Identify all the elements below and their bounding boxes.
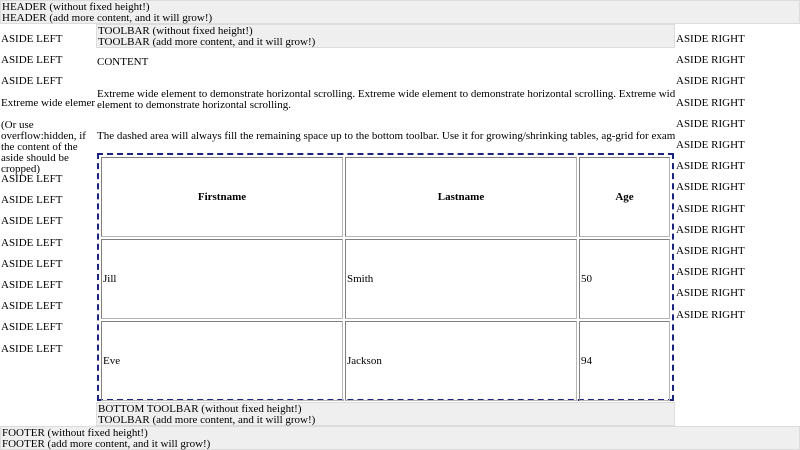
aside-right-item: ASIDE RIGHT <box>676 54 745 66</box>
table-row: Jill Smith 50 <box>101 239 670 319</box>
aside-right-item: ASIDE RIGHT <box>676 181 745 193</box>
aside-right-item: ASIDE RIGHT <box>676 139 745 151</box>
wide-element-text: Extreme wide element to demonstrate hori… <box>97 88 675 111</box>
aside-left-item: ASIDE LEFT <box>1 280 63 291</box>
toolbar-line-2: TOOLBAR (add more content, and it will g… <box>98 36 316 48</box>
aside-right-item: ASIDE RIGHT <box>676 245 745 257</box>
toolbar: TOOLBAR (without fixed height!) TOOLBAR … <box>96 24 675 48</box>
aside-left-item: ASIDE LEFT <box>1 55 63 66</box>
column-header-lastname: Lastname <box>345 157 577 237</box>
aside-left-item: ASIDE LEFT <box>1 238 63 249</box>
aside-left-wide-item: Extreme wide element to demonstrate hori… <box>1 98 95 109</box>
aside-left-note: (Or use overflow:hidden, if the content … <box>1 119 86 175</box>
content-title: CONTENT <box>97 56 149 68</box>
page-header: HEADER (without fixed height!) HEADER (a… <box>0 0 800 24</box>
aside-right-item: ASIDE RIGHT <box>676 266 745 278</box>
data-table: Firstname Lastname Age Jill Smith 50 Eve… <box>99 155 672 402</box>
aside-left-item: ASIDE LEFT <box>1 195 63 206</box>
aside-right-item: ASIDE RIGHT <box>676 224 745 236</box>
aside-left-item: ASIDE LEFT <box>1 344 63 355</box>
aside-left-item: ASIDE LEFT <box>1 174 63 185</box>
dashed-grid-area: Firstname Lastname Age Jill Smith 50 Eve… <box>97 153 674 401</box>
aside-right-item: ASIDE RIGHT <box>676 309 745 321</box>
aside-left-item: ASIDE LEFT <box>1 216 63 227</box>
bottom-toolbar-line-2: TOOLBAR (add more content, and it will g… <box>98 414 316 426</box>
aside-right: ASIDE RIGHT ASIDE RIGHT ASIDE RIGHT ASID… <box>675 24 800 426</box>
dashed-area-note: The dashed area will always fill the rem… <box>97 130 675 142</box>
column-header-firstname: Firstname <box>101 157 343 237</box>
bottom-toolbar: BOTTOM TOOLBAR (without fixed height!) T… <box>96 402 675 426</box>
aside-right-item: ASIDE RIGHT <box>676 160 745 172</box>
header-line-2: HEADER (add more content, and it will gr… <box>2 12 213 24</box>
table-row: Eve Jackson 94 <box>101 321 670 401</box>
table-header-row: Firstname Lastname Age <box>101 157 670 237</box>
aside-right-item: ASIDE RIGHT <box>676 97 745 109</box>
aside-right-item: ASIDE RIGHT <box>676 287 745 299</box>
aside-right-item: ASIDE RIGHT <box>676 33 745 45</box>
aside-left-item: ASIDE LEFT <box>1 301 63 312</box>
table-cell-age: 94 <box>579 321 670 401</box>
table-cell-lastname: Smith <box>345 239 577 319</box>
aside-left: ASIDE LEFT ASIDE LEFT ASIDE LEFT Extreme… <box>0 24 96 426</box>
aside-left-item: ASIDE LEFT <box>1 322 63 333</box>
aside-left-item: ASIDE LEFT <box>1 76 63 87</box>
aside-left-item: ASIDE LEFT <box>1 34 63 45</box>
column-header-age: Age <box>579 157 670 237</box>
aside-right-item: ASIDE RIGHT <box>676 203 745 215</box>
page-footer: FOOTER (without fixed height!) FOOTER (a… <box>0 426 800 450</box>
aside-right-item: ASIDE RIGHT <box>676 75 745 87</box>
footer-line-2: FOOTER (add more content, and it will gr… <box>2 438 211 450</box>
aside-right-item: ASIDE RIGHT <box>676 118 745 130</box>
table-cell-lastname: Jackson <box>345 321 577 401</box>
aside-left-item: ASIDE LEFT <box>1 259 63 270</box>
table-cell-age: 50 <box>579 239 670 319</box>
table-cell-firstname: Jill <box>101 239 343 319</box>
table-cell-firstname: Eve <box>101 321 343 401</box>
main-content[interactable]: CONTENT Extreme wide element to demonstr… <box>96 48 675 402</box>
